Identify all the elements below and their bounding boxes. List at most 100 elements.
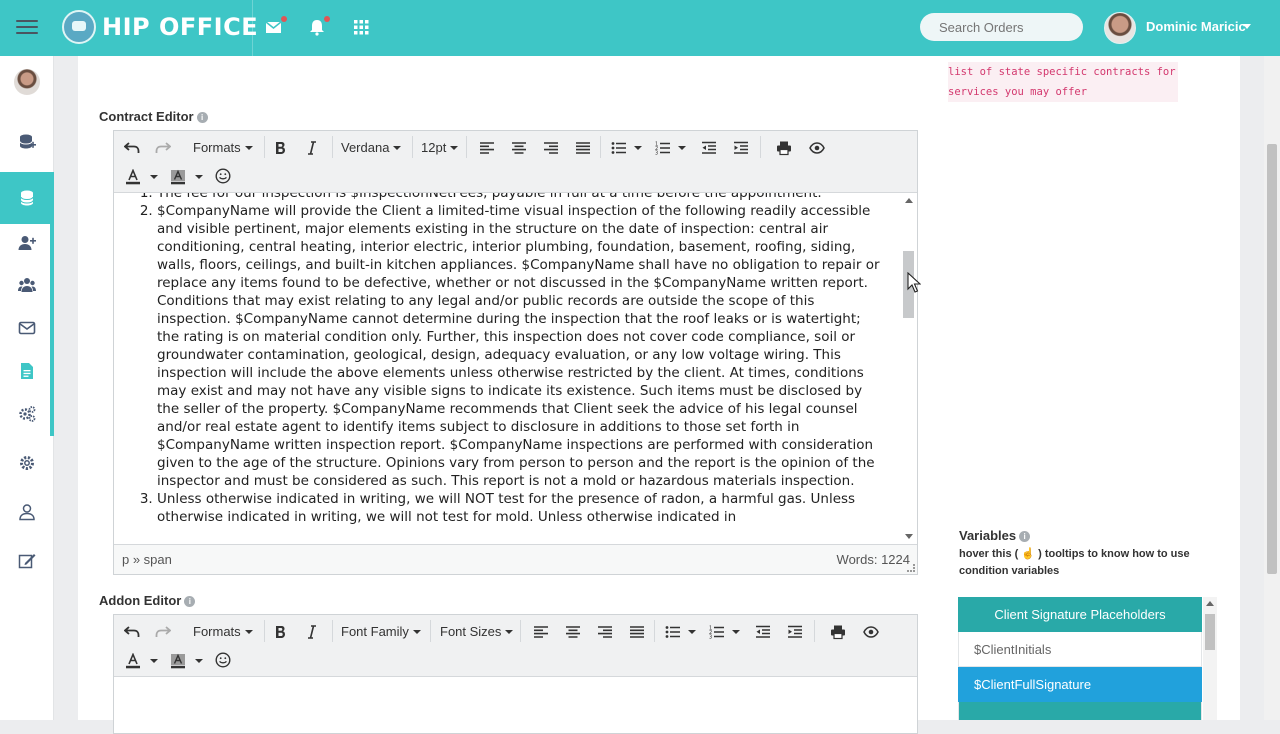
formats-dropdown[interactable]: Formats (193, 624, 253, 639)
italic-button[interactable] (304, 624, 320, 640)
bold-button[interactable] (272, 140, 288, 156)
user-icon (19, 504, 35, 521)
font-family-dropdown[interactable]: Font Family (341, 624, 421, 639)
font-size-dropdown[interactable]: 12pt (421, 140, 459, 155)
gear-icon (20, 456, 34, 470)
bullet-list-dropdown[interactable] (665, 624, 696, 640)
cogs-icon (19, 406, 36, 422)
next-panel-header[interactable] (958, 702, 1202, 720)
indent-button[interactable] (733, 140, 749, 156)
numbered-list-dropdown[interactable]: 123 (655, 140, 686, 156)
user-menu-caret-icon[interactable] (1243, 24, 1251, 29)
undo-button[interactable] (124, 624, 140, 640)
contract-editor-label: Contract Editor i (99, 109, 208, 124)
page-scrollbar[interactable] (1264, 56, 1280, 720)
bullet-list-dropdown[interactable] (611, 140, 642, 156)
sidebar-avatar[interactable] (14, 69, 40, 95)
bold-icon (276, 626, 285, 638)
variables-scrollbar[interactable] (1203, 597, 1217, 720)
formats-dropdown[interactable]: Formats (193, 140, 253, 155)
outdent-button[interactable] (755, 624, 771, 640)
outdent-button[interactable] (701, 140, 717, 156)
variables-panel: Client Signature Placeholders $ClientIni… (958, 597, 1202, 720)
undo-button[interactable] (124, 140, 140, 156)
editor-vertical-scrollbar[interactable] (901, 193, 917, 544)
align-center-button[interactable] (565, 624, 581, 640)
preview-button[interactable] (863, 624, 879, 640)
emoji-button[interactable] (215, 168, 231, 184)
scroll-up-arrow-icon[interactable] (1206, 601, 1214, 606)
justify-button[interactable] (575, 140, 591, 156)
sidebar-item-database[interactable] (0, 172, 54, 224)
print-button[interactable] (830, 624, 846, 640)
preview-button[interactable] (809, 140, 825, 156)
justify-icon (630, 626, 644, 638)
sidebar-item-add-user[interactable] (0, 223, 54, 263)
addon-document-body[interactable] (114, 677, 917, 733)
svg-text:3: 3 (709, 635, 712, 641)
bell-notification-icon[interactable] (308, 16, 330, 36)
align-right-button[interactable] (543, 140, 559, 156)
contract-document-body[interactable]: The fee for our inspection is $Inspectio… (114, 193, 901, 544)
print-button[interactable] (776, 140, 792, 156)
menu-toggle-icon[interactable] (16, 16, 38, 38)
font-family-dropdown[interactable]: Verdana (341, 140, 402, 155)
element-path[interactable]: p » span (122, 552, 172, 567)
sidebar-item-edit[interactable] (0, 541, 54, 581)
search-orders-input[interactable] (920, 13, 1083, 41)
contract-editor-toolbar: Formats Verdana 12pt 123 (114, 131, 917, 193)
text-color-dropdown[interactable] (125, 169, 158, 185)
indent-icon (734, 141, 748, 154)
sidebar (0, 56, 54, 720)
font-size-dropdown[interactable]: Font Sizes (440, 624, 514, 639)
sidebar-item-add-database[interactable] (0, 122, 54, 162)
variable-item[interactable]: $ClientInitials (958, 632, 1202, 667)
emoji-button[interactable] (215, 652, 231, 668)
eye-icon (809, 142, 825, 154)
sidebar-item-profile[interactable] (0, 492, 54, 532)
variable-item[interactable]: $ClientFullSignature (958, 667, 1202, 702)
redo-button[interactable] (155, 624, 171, 640)
indent-button[interactable] (787, 624, 803, 640)
numbered-list-dropdown[interactable]: 123 (709, 624, 740, 640)
sidebar-item-users[interactable] (0, 265, 54, 305)
align-left-button[interactable] (533, 624, 549, 640)
redo-button[interactable] (155, 140, 171, 156)
scrollbar-thumb[interactable] (1205, 614, 1215, 650)
page-scrollbar-thumb[interactable] (1267, 144, 1277, 574)
client-signature-placeholders-header[interactable]: Client Signature Placeholders (958, 597, 1202, 632)
add-user-icon (18, 236, 36, 250)
info-icon[interactable]: i (196, 112, 208, 123)
brand-logo[interactable]: HIP OFFICE (62, 10, 258, 44)
mail-notification-icon[interactable] (265, 16, 287, 36)
variables-title: Variables i (959, 528, 1031, 543)
sidebar-item-settings[interactable] (0, 443, 54, 483)
italic-button[interactable] (304, 140, 320, 156)
addon-editor-toolbar: Formats Font Family Font Sizes 123 (114, 615, 917, 677)
bold-button[interactable] (272, 624, 288, 640)
sidebar-item-mail[interactable] (0, 308, 54, 348)
background-color-icon (171, 169, 185, 185)
outdent-icon (702, 141, 716, 154)
sidebar-item-documents[interactable] (0, 351, 54, 391)
scroll-up-arrow-icon[interactable] (905, 198, 913, 203)
background-color-dropdown[interactable] (170, 169, 203, 185)
scroll-down-arrow-icon[interactable] (905, 534, 913, 539)
database-icon (20, 190, 34, 206)
align-left-button[interactable] (479, 140, 495, 156)
align-right-button[interactable] (597, 624, 613, 640)
info-icon[interactable]: i (1019, 531, 1031, 542)
text-color-dropdown[interactable] (125, 653, 158, 669)
undo-icon (124, 142, 140, 153)
align-center-button[interactable] (511, 140, 527, 156)
user-avatar[interactable] (1104, 12, 1136, 44)
apps-grid-icon[interactable] (352, 18, 370, 36)
divider (252, 0, 253, 56)
resize-handle-icon[interactable] (907, 564, 915, 572)
user-name[interactable]: Dominic Maricic (1146, 19, 1246, 34)
sidebar-item-settings-group[interactable] (0, 394, 54, 434)
justify-button[interactable] (629, 624, 645, 640)
eye-icon (863, 626, 879, 638)
background-color-dropdown[interactable] (170, 653, 203, 669)
info-icon[interactable]: i (184, 596, 196, 607)
